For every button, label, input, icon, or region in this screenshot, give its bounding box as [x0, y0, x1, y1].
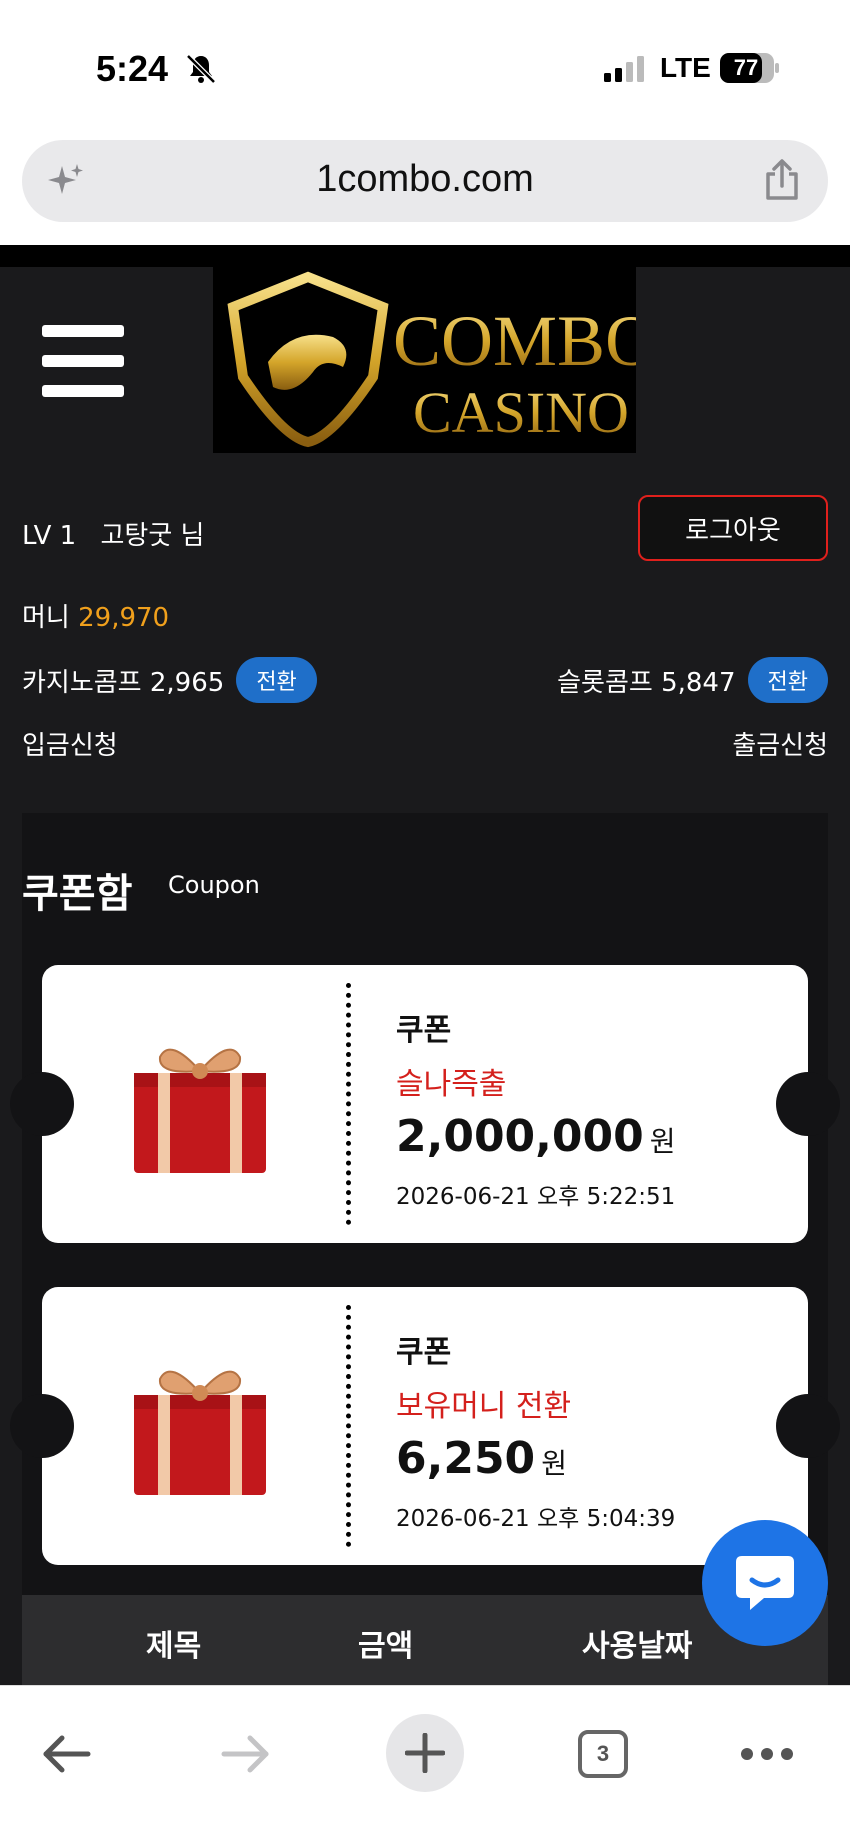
- coupon-amount-value: 6,250: [396, 1433, 536, 1484]
- ticket-notch: [776, 1072, 840, 1136]
- web-page: COMBO CASINO LV 1 고탕굿 님 로그아웃 머니 29,970 카…: [0, 245, 850, 1685]
- ticket-divider: [346, 1305, 351, 1547]
- tabs-count-button[interactable]: 3: [578, 1730, 628, 1778]
- ticket-divider: [346, 983, 351, 1225]
- coupon-date: 2026-06-21 오후 5:04:39: [396, 1506, 676, 1532]
- coupon-panel: 쿠폰함 Coupon 쿠폰 슬나즉출 2,000,000 원 2026-06-21…: [10, 813, 840, 1685]
- svg-text:COMBO: COMBO: [393, 301, 636, 381]
- coupon-box-subtitle: Coupon: [168, 871, 260, 899]
- deposit-request-link[interactable]: 입금신청: [22, 725, 118, 762]
- plus-icon: [405, 1733, 445, 1773]
- casino-comp-label: 카지노콤프 2,965: [22, 667, 225, 698]
- ticket-notch: [10, 1072, 74, 1136]
- slot-comp-convert-button[interactable]: 전환: [747, 657, 828, 703]
- ticket-notch: [776, 1394, 840, 1458]
- user-info: LV 1 고탕굿 님: [22, 515, 204, 552]
- logout-button[interactable]: 로그아웃: [638, 495, 828, 561]
- ticket-notch: [10, 1394, 74, 1458]
- coupon-ticket[interactable]: 쿠폰 슬나즉출 2,000,000 원 2026-06-21 오후 5:22:51: [10, 965, 840, 1243]
- column-header-used-date: 사용날짜: [582, 1629, 693, 1664]
- coupon-label: 쿠폰: [396, 1335, 452, 1370]
- status-time: 5:24: [96, 48, 169, 89]
- coupon-date: 2026-06-21 오후 5:22:51: [396, 1184, 676, 1210]
- money-value: 29,970: [78, 603, 170, 633]
- menu-icon[interactable]: [42, 325, 124, 397]
- withdraw-request-link[interactable]: 출금신청: [732, 725, 828, 762]
- coupon-amount-unit: 원: [541, 1447, 567, 1480]
- browser-toolbar: 3: [0, 1685, 850, 1848]
- coupon-amount: 6,250 원: [396, 1433, 567, 1484]
- coupon-type: 슬나즉출: [396, 1067, 507, 1102]
- slot-comp: 슬롯콤프 5,847 전환: [557, 657, 828, 703]
- coupon-amount: 2,000,000 원: [396, 1111, 676, 1162]
- status-bar: 5:24 LTE 77: [0, 0, 850, 130]
- casino-comp: 카지노콤프 2,965 전환: [22, 657, 317, 703]
- url-text[interactable]: 1combo.com: [22, 158, 828, 201]
- chat-bubble-icon: [736, 1556, 794, 1610]
- coupon-label: 쿠폰: [396, 1013, 452, 1048]
- column-header-title: 제목: [146, 1629, 202, 1664]
- chat-button[interactable]: [702, 1520, 828, 1646]
- more-options-icon[interactable]: [740, 1744, 794, 1764]
- combo-casino-logo[interactable]: COMBO CASINO: [213, 267, 657, 453]
- coupon-type: 보유머니 전환: [396, 1389, 572, 1424]
- forward-arrow-icon[interactable]: [218, 1726, 274, 1782]
- coupon-amount-unit: 원: [649, 1125, 676, 1158]
- casino-comp-convert-button[interactable]: 전환: [236, 657, 317, 703]
- address-bar[interactable]: 1combo.com: [22, 140, 828, 222]
- bell-slash-icon: [186, 54, 216, 84]
- slot-comp-label: 슬롯콤프 5,847: [557, 667, 736, 698]
- battery-level: 77: [733, 55, 759, 80]
- coupon-box-title: 쿠폰함: [22, 871, 133, 917]
- gift-box-icon: [134, 1370, 266, 1495]
- money-label: 머니: [22, 603, 70, 633]
- column-header-amount: 금액: [358, 1629, 414, 1664]
- user-name: 고탕굿 님: [100, 521, 205, 551]
- share-icon[interactable]: [762, 158, 802, 202]
- top-strip: [0, 245, 850, 267]
- network-label: LTE: [660, 52, 711, 83]
- coupon-amount-value: 2,000,000: [396, 1111, 644, 1162]
- new-tab-button[interactable]: [386, 1714, 464, 1792]
- coupon-ticket[interactable]: 쿠폰 보유머니 전환 6,250 원 2026-06-21 오후 5:04:39: [10, 1287, 840, 1565]
- svg-text:CASINO: CASINO: [413, 380, 629, 445]
- money-info: 머니 29,970: [22, 597, 169, 634]
- signal-icon: [604, 56, 644, 82]
- gift-box-icon: [134, 1048, 266, 1173]
- back-arrow-icon[interactable]: [38, 1726, 94, 1782]
- user-level: LV 1: [22, 521, 77, 551]
